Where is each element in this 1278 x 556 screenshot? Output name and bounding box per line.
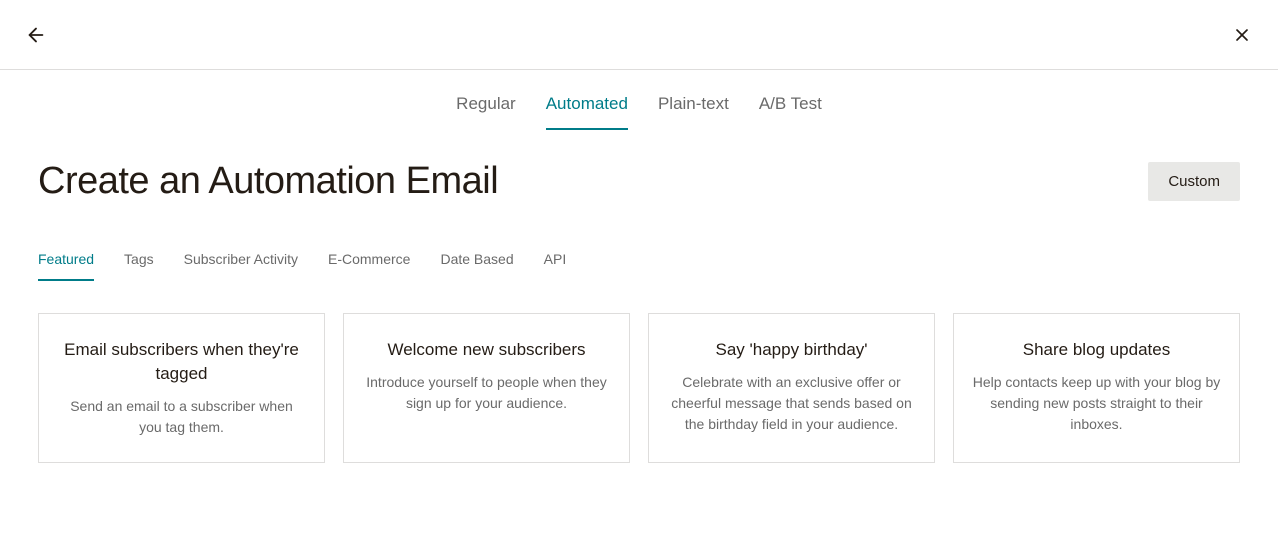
subtab-subscriber-activity[interactable]: Subscriber Activity bbox=[184, 251, 298, 281]
card-birthday[interactable]: Say 'happy birthday' Celebrate with an e… bbox=[648, 313, 935, 463]
top-bar bbox=[0, 0, 1278, 70]
card-title: Share blog updates bbox=[972, 338, 1221, 362]
tab-automated[interactable]: Automated bbox=[546, 94, 628, 130]
card-email-tagged[interactable]: Email subscribers when they're tagged Se… bbox=[38, 313, 325, 463]
subtab-tags[interactable]: Tags bbox=[124, 251, 154, 281]
tab-plain-text[interactable]: Plain-text bbox=[658, 94, 729, 130]
subtab-api[interactable]: API bbox=[544, 251, 567, 281]
back-button[interactable] bbox=[24, 23, 48, 47]
card-title: Welcome new subscribers bbox=[362, 338, 611, 362]
card-title: Say 'happy birthday' bbox=[667, 338, 916, 362]
close-icon bbox=[1232, 25, 1252, 45]
tab-regular[interactable]: Regular bbox=[456, 94, 516, 130]
card-description: Send an email to a subscriber when you t… bbox=[57, 396, 306, 438]
card-blog-updates[interactable]: Share blog updates Help contacts keep up… bbox=[953, 313, 1240, 463]
title-row: Create an Automation Email Custom bbox=[38, 160, 1240, 203]
subtab-date-based[interactable]: Date Based bbox=[440, 251, 513, 281]
card-description: Help contacts keep up with your blog by … bbox=[972, 372, 1221, 435]
close-button[interactable] bbox=[1230, 23, 1254, 47]
card-title: Email subscribers when they're tagged bbox=[57, 338, 306, 386]
content-area: Create an Automation Email Custom Featur… bbox=[0, 130, 1278, 463]
top-tabs: Regular Automated Plain-text A/B Test bbox=[0, 70, 1278, 130]
automation-cards: Email subscribers when they're tagged Se… bbox=[38, 313, 1240, 463]
card-description: Celebrate with an exclusive offer or che… bbox=[667, 372, 916, 435]
card-welcome[interactable]: Welcome new subscribers Introduce yourse… bbox=[343, 313, 630, 463]
custom-button[interactable]: Custom bbox=[1148, 162, 1240, 201]
subtab-featured[interactable]: Featured bbox=[38, 251, 94, 281]
arrow-left-icon bbox=[25, 24, 47, 46]
page-title: Create an Automation Email bbox=[38, 160, 498, 203]
sub-tabs: Featured Tags Subscriber Activity E-Comm… bbox=[38, 251, 1240, 281]
card-description: Introduce yourself to people when they s… bbox=[362, 372, 611, 414]
tab-ab-test[interactable]: A/B Test bbox=[759, 94, 822, 130]
subtab-ecommerce[interactable]: E-Commerce bbox=[328, 251, 410, 281]
